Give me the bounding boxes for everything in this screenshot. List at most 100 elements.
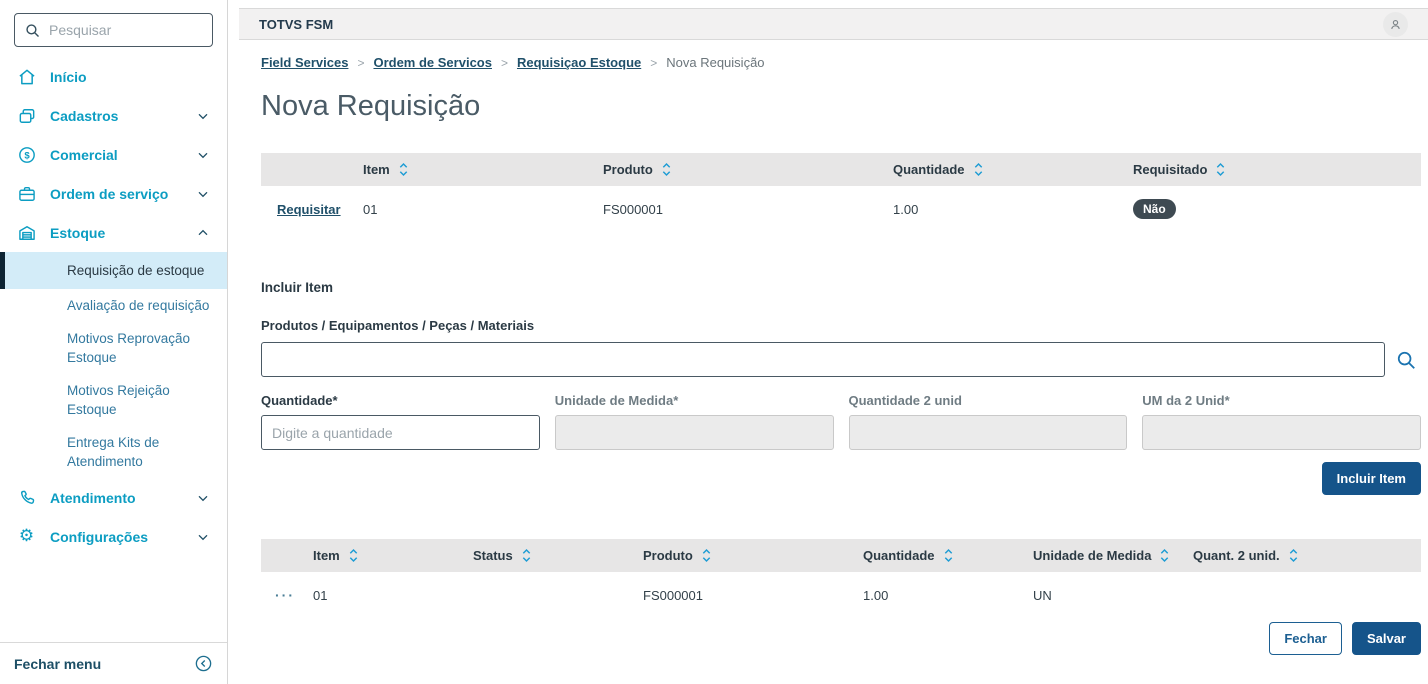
chevron-down-icon: [195, 186, 211, 202]
warehouse-icon: [16, 222, 37, 243]
sidebar-item-label: Início: [50, 69, 211, 85]
product-search-button[interactable]: [1391, 344, 1421, 376]
sidebar-item-requisicao-de-estoque[interactable]: Requisição de estoque: [0, 252, 227, 289]
column-header-quant-2-unid[interactable]: Quant. 2 unid.: [1189, 546, 1421, 565]
quantidade-2-unid-label: Quantidade 2 unid: [849, 393, 1128, 408]
footer-actions: Fechar Salvar: [261, 622, 1421, 655]
app-title: TOTVS FSM: [259, 17, 333, 32]
app-window: Início Cadastros $ Comercial: [0, 0, 1428, 684]
product-search-input[interactable]: [261, 342, 1385, 377]
column-header-quantidade[interactable]: Quantidade: [889, 160, 1129, 179]
breadcrumb-link-requisicao-estoque[interactable]: Requisiçao Estoque: [517, 55, 641, 70]
cell-unidade-medida: UN: [1029, 586, 1189, 605]
sidebar-item-entrega-kits-de-atendimento[interactable]: Entrega Kits de Atendimento: [0, 426, 227, 478]
unidade-medida-input: [555, 415, 834, 450]
main-area: TOTVS FSM Field Services > Ordem de Serv…: [239, 0, 1428, 684]
sort-icon: [521, 548, 532, 563]
sidebar-item-label: Atendimento: [50, 490, 182, 506]
column-header-produto[interactable]: Produto: [599, 160, 889, 179]
sidebar-item-atendimento[interactable]: Atendimento: [0, 478, 227, 517]
sort-icon: [1159, 548, 1170, 563]
salvar-button[interactable]: Salvar: [1352, 622, 1421, 655]
status-badge: Não: [1133, 199, 1176, 219]
gear-icon: ⚙: [16, 526, 37, 547]
fechar-button[interactable]: Fechar: [1269, 622, 1342, 655]
sidebar-item-comercial[interactable]: $ Comercial: [0, 135, 227, 174]
requisition-table: Item Produto Quantidade Requisitado: [261, 153, 1421, 232]
cards-icon: [16, 105, 37, 126]
field-unidade-medida: Unidade de Medida*: [555, 393, 834, 450]
cell-quant-2-unid: [1189, 593, 1421, 597]
sidebar-menu: Início Cadastros $ Comercial: [0, 57, 227, 556]
incluir-item-button[interactable]: Incluir Item: [1322, 462, 1421, 495]
cell-produto: FS000001: [639, 586, 859, 605]
section-title: Incluir Item: [261, 280, 1421, 295]
breadcrumb-current: Nova Requisição: [666, 55, 764, 70]
sidebar: Início Cadastros $ Comercial: [0, 0, 228, 684]
home-icon: [16, 66, 37, 87]
sidebar-item-label: Configurações: [50, 529, 182, 545]
page-title: Nova Requisição: [261, 90, 1421, 123]
quantity-fields: Quantidade* Unidade de Medida* Quantidad…: [261, 393, 1421, 450]
column-header-quantidade[interactable]: Quantidade: [859, 546, 1029, 565]
field-quantidade: Quantidade*: [261, 393, 540, 450]
chevron-up-icon: [195, 225, 211, 241]
circle-chevron-left-icon: [194, 654, 213, 673]
user-avatar[interactable]: [1383, 12, 1408, 37]
sort-icon: [661, 162, 672, 177]
sort-icon: [1215, 162, 1226, 177]
chevron-down-icon: [195, 108, 211, 124]
search-input[interactable]: [49, 22, 203, 38]
column-header-item[interactable]: Item: [359, 160, 599, 179]
sidebar-item-estoque[interactable]: Estoque: [0, 213, 227, 252]
sidebar-item-avaliacao-de-requisicao[interactable]: Avaliação de requisição: [0, 289, 227, 322]
table-row: Requisitar 01 FS000001 1.00 Não: [261, 186, 1421, 232]
sort-icon: [973, 162, 984, 177]
chevron-down-icon: [195, 147, 211, 163]
column-header-status[interactable]: Status: [469, 546, 639, 565]
cell-produto: FS000001: [599, 200, 889, 219]
estoque-submenu: Requisição de estoque Avaliação de requi…: [0, 252, 227, 478]
sidebar-item-cadastros[interactable]: Cadastros: [0, 96, 227, 135]
sidebar-search: [14, 13, 213, 47]
column-header-empty: [261, 168, 359, 172]
sort-icon: [348, 548, 359, 563]
sort-icon: [701, 548, 712, 563]
column-header-produto[interactable]: Produto: [639, 546, 859, 565]
briefcase-icon: [16, 183, 37, 204]
chevron-down-icon: [195, 490, 211, 506]
sidebar-item-motivos-reprovacao-estoque[interactable]: Motivos Reprovação Estoque: [0, 322, 227, 374]
items-table: Item Status Produto Quantidade: [261, 539, 1421, 618]
dollar-circle-icon: $: [16, 144, 37, 165]
sort-icon: [1288, 548, 1299, 563]
sidebar-item-inicio[interactable]: Início: [0, 57, 227, 96]
column-header-unidade-de-medida[interactable]: Unidade de Medida: [1029, 546, 1189, 565]
breadcrumb: Field Services > Ordem de Servicos > Req…: [261, 55, 1421, 70]
sidebar-item-motivos-rejeicao-estoque[interactable]: Motivos Rejeição Estoque: [0, 374, 227, 426]
row-actions-button[interactable]: ···: [275, 587, 295, 603]
sidebar-item-label: Cadastros: [50, 108, 182, 124]
collapse-menu-button[interactable]: Fechar menu: [0, 642, 227, 684]
breadcrumb-link-field-services[interactable]: Field Services: [261, 55, 348, 70]
um-da-2-unid-input: [1142, 415, 1421, 450]
breadcrumb-separator: >: [501, 56, 508, 70]
column-header-requisitado[interactable]: Requisitado: [1129, 160, 1421, 179]
breadcrumb-separator: >: [650, 56, 657, 70]
cell-item: 01: [359, 200, 599, 219]
um-da-2-unid-label: UM da 2 Unid*: [1142, 393, 1421, 408]
requisitar-link[interactable]: Requisitar: [277, 202, 341, 217]
column-header-empty: [261, 554, 309, 558]
items-table-header: Item Status Produto Quantidade: [261, 539, 1421, 572]
sidebar-item-configuracoes[interactable]: ⚙ Configurações: [0, 517, 227, 556]
top-bar: TOTVS FSM: [239, 8, 1428, 40]
person-icon: [1388, 17, 1403, 32]
quantidade-input[interactable]: [261, 415, 540, 450]
sort-icon: [398, 162, 409, 177]
breadcrumb-link-ordem-de-servicos[interactable]: Ordem de Servicos: [373, 55, 492, 70]
phone-icon: [16, 487, 37, 508]
collapse-menu-label: Fechar menu: [14, 656, 101, 672]
cell-item: 01: [309, 586, 469, 605]
search-icon: [1395, 349, 1417, 371]
sidebar-item-ordem-de-servico[interactable]: Ordem de serviço: [0, 174, 227, 213]
column-header-item[interactable]: Item: [309, 546, 469, 565]
